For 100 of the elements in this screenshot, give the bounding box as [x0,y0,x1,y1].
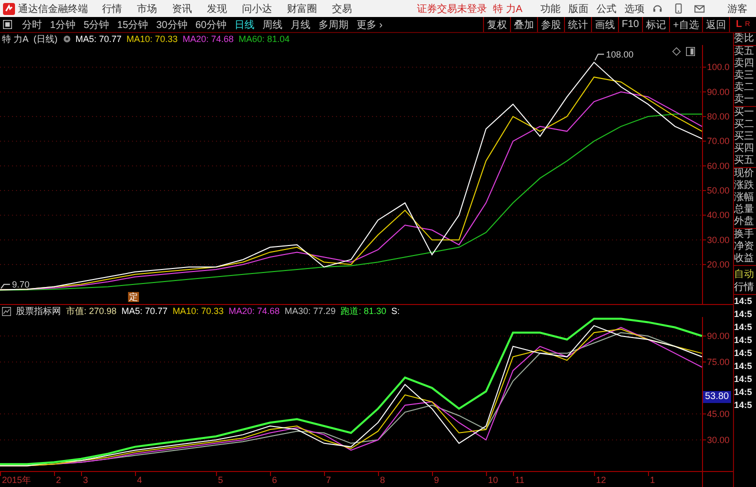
menu-item[interactable]: 版面 [568,2,588,16]
price-tag: 53.80 [703,391,731,403]
phone-icon [673,3,684,14]
axis-label: 2 [56,475,62,485]
indicator-title: 股票指标网 [16,304,61,318]
period-tab[interactable]: 日线 [230,18,258,32]
tick-time: 14:5 [734,347,754,360]
axis-label: 80.00 [707,112,730,122]
indicator-icon [2,306,11,316]
price-label: 108.00 [606,49,634,60]
quote-label: 卖四 [734,58,755,70]
stock-title: 特 力A [2,32,29,46]
axis-label: 50.00 [707,186,730,196]
quote-label: 买四 [734,143,755,155]
quote-label: 涨幅 [734,192,755,204]
menu-item[interactable]: 交易 [332,2,352,16]
mode-label[interactable]: 自动 [734,268,756,281]
axis-label: 90.00 [707,331,730,342]
legend-item: 跑道: 81.30 [340,304,386,318]
axis-label: 3 [83,475,88,485]
axis-label: 10 [488,475,498,485]
axis-label: 1 [650,475,656,485]
corner-label: L [736,19,742,30]
stock-name: 特 力A [493,2,522,16]
menu-item[interactable]: 发现 [207,2,227,16]
menu-item[interactable]: 财富圈 [287,2,317,16]
leader-line [594,54,604,61]
tick-time: 14:5 [734,308,754,321]
axis-label: 7 [326,475,332,485]
period-tab[interactable]: 15分钟 [113,18,152,32]
legend-item: MA20: 74.68 [228,306,280,316]
menu-item[interactable]: 问小达 [242,2,272,16]
quote-label: 收益 [734,253,755,265]
axis-label: 2015年 [2,475,32,485]
axis-label: 90.00 [707,86,730,97]
quote-label: 卖二 [734,82,755,94]
toolbar-button[interactable]: 参股 [536,17,564,32]
login-notice: 证券交易未登录 [417,2,487,16]
axis-label: 60.00 [707,160,730,171]
toolbar-button[interactable]: F10 [618,17,642,32]
period-tab[interactable]: 1分钟 [46,18,80,32]
menu-item[interactable]: 选项 [624,2,644,16]
headset-icon [652,3,664,14]
axis-label: 45.00 [707,408,730,419]
axis-label: 12 [596,475,606,485]
tick-time: 14:5 [734,386,754,399]
panel-title: 行情 [734,281,756,295]
period-tab[interactable]: 30分钟 [152,18,192,32]
legend-item: MA20: 74.68 [182,34,234,44]
tick-time: 14:5 [734,321,754,334]
menu-item[interactable]: 行情 [102,2,122,16]
axis-label: 30.00 [707,434,730,445]
price-label: 9.70 [12,279,30,290]
toolbar-button[interactable]: +自选 [668,17,702,32]
quote-label: 买一 [734,107,755,119]
axis-label: 100.0 [707,62,730,72]
toolbar-button[interactable]: 复权 [482,17,510,32]
period-tab[interactable]: 分时 [18,18,46,32]
event-marker[interactable]: 定 [128,292,139,302]
tick-time: 14:5 [734,360,754,373]
quote-label: 涨跌 [734,180,755,192]
mail-icon [694,3,706,14]
period-tab[interactable]: 60分钟 [191,18,230,32]
quote-label: 买三 [734,131,755,143]
menu-item[interactable]: 市场 [137,2,157,16]
toolbar-button[interactable]: 标记 [642,17,669,32]
menu-item[interactable]: 公式 [596,2,616,16]
quote-label: 卖五 [734,46,755,58]
axis-label: 11 [515,475,524,485]
period-tab[interactable]: 更多 › [352,18,387,32]
legend-item: MA30: 77.29 [284,306,336,316]
axis-label: 20.00 [707,260,730,270]
axis-label: 5 [218,475,224,485]
diamond-icon [672,47,681,56]
legend-item: MA10: 70.33 [172,306,224,316]
tick-time: 14:5 [734,399,754,412]
period-tab[interactable]: 月线 [286,18,314,32]
quote-label: 买五 [734,155,755,167]
tick-time: 14:5 [734,295,754,308]
menu-item[interactable]: 功能 [540,2,560,16]
axis-label: 6 [272,475,278,485]
quote-label: 卖三 [734,70,755,82]
axis-label: 70.00 [707,136,730,146]
period-label: (日线) [34,32,58,46]
app-title: 通达信金融终端 [18,2,88,16]
quote-label: 卖一 [734,94,755,106]
toolbar-button[interactable]: 统计 [564,17,591,32]
quote-label: 换手 [734,229,755,241]
period-tab[interactable]: 多周期 [314,18,352,32]
legend-item: MA60: 81.04 [238,34,290,44]
user-name[interactable]: 游客 [727,2,748,16]
toolbar-button[interactable]: 画线 [590,17,618,32]
period-tab[interactable]: 5分钟 [80,18,114,32]
axis-label: 9 [434,475,440,485]
quote-label: 现价 [734,168,755,180]
menu-item[interactable]: 资讯 [172,2,192,16]
axis-label: 40.00 [707,210,730,220]
leader-line [0,284,10,289]
tick-time: 14:5 [734,334,754,347]
period-tab[interactable]: 周线 [258,18,286,32]
